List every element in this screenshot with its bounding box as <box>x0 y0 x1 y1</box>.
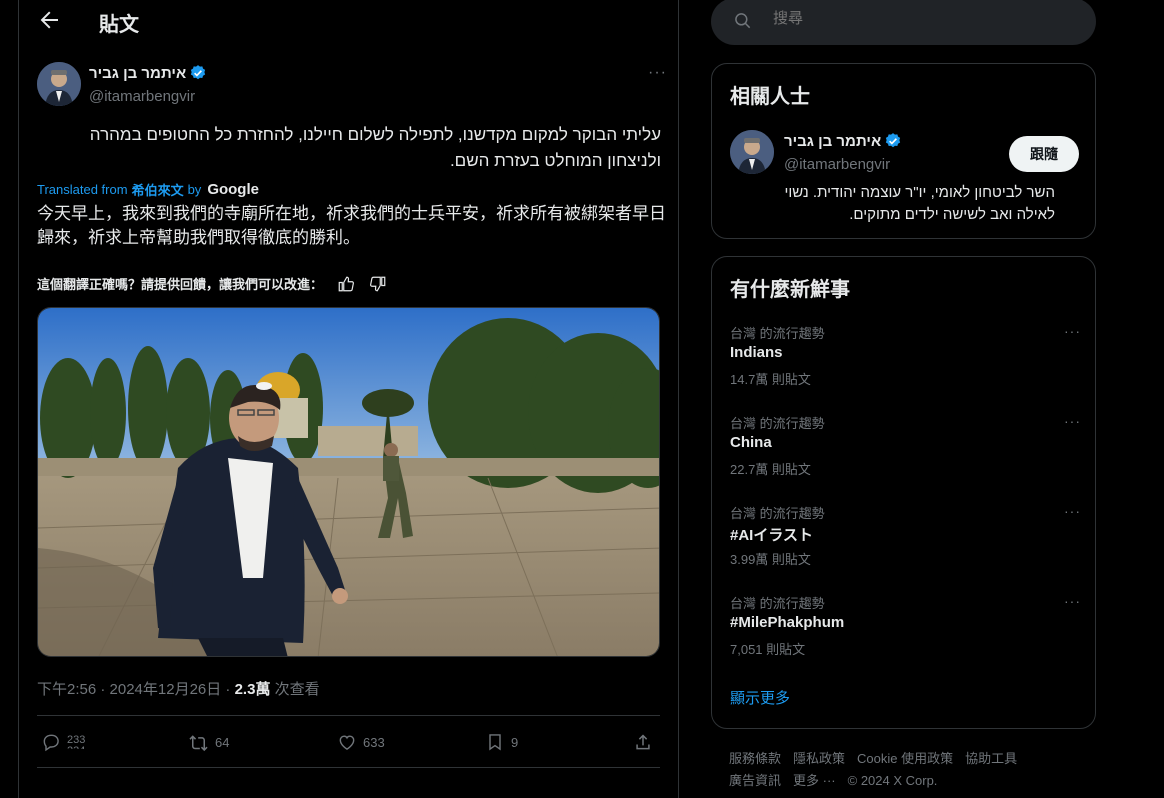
divider <box>37 767 660 768</box>
footer-link-more[interactable]: 更多 ··· <box>793 773 836 788</box>
retweet-count: 64 <box>215 734 230 750</box>
reply-count: 233 234 <box>67 735 86 749</box>
main-column: 貼文 איתמר בן גביר @itamarbengvir ··· עלית… <box>18 0 679 798</box>
trend-item[interactable]: 台灣 的流行趨勢 #AIイラスト 3.99萬 則貼文 ··· <box>730 503 1080 573</box>
footer-link-cookie[interactable]: Cookie 使用政策 <box>857 751 953 766</box>
google-logo: Google <box>207 181 259 198</box>
tweet-meta: 下午2:56 · 2024年12月26日 · 2.3萬 次查看 <box>37 678 320 699</box>
retweet-icon <box>189 735 208 752</box>
search-bar[interactable] <box>711 0 1096 45</box>
thumbs-down-icon[interactable] <box>369 275 387 293</box>
search-icon <box>735 13 751 29</box>
retweet-button[interactable]: 64 <box>189 732 229 752</box>
bookmark-count: 9 <box>511 734 519 750</box>
tweet-actions: 233 234 64 633 9 <box>37 726 660 760</box>
trend-name: #AIイラスト <box>730 527 814 544</box>
verified-badge-icon <box>191 65 206 80</box>
footer-link-ads[interactable]: 廣告資訊 <box>729 773 781 788</box>
bookmark-button[interactable]: 9 <box>485 732 518 752</box>
verified-badge-icon <box>886 133 901 148</box>
like-count: 633 <box>363 734 385 750</box>
reply-button[interactable]: 233 234 <box>41 732 85 752</box>
translated-prefix: Translated from <box>37 182 128 197</box>
follow-button[interactable]: 跟隨 <box>1009 136 1079 172</box>
trend-name: #MilePhakphum <box>730 614 845 631</box>
more-options-icon[interactable]: ··· <box>648 64 667 82</box>
trend-context: 台灣 的流行趨勢 <box>730 506 825 521</box>
footer-link-privacy[interactable]: 隱私政策 <box>793 751 845 766</box>
trend-item[interactable]: 台灣 的流行趨勢 Indians 14.7萬 則貼文 ··· <box>730 323 1080 393</box>
author-name-row: איתמר בן גביר <box>89 64 207 82</box>
like-button[interactable]: 633 <box>337 732 385 752</box>
footer-copyright: © 2024 X Corp. <box>847 773 938 788</box>
feedback-prompt: 這個翻譯正確嗎？請提供回饋，讓我們可以改進： <box>37 277 324 292</box>
trend-item[interactable]: 台灣 的流行趨勢 #MilePhakphum 7,051 則貼文 ··· <box>730 593 1080 663</box>
trend-item[interactable]: 台灣 的流行趨勢 China 22.7萬 則貼文 ··· <box>730 413 1080 483</box>
thumbs-up-icon[interactable] <box>337 275 355 293</box>
more-options-icon[interactable]: ··· <box>1064 413 1081 429</box>
heart-icon <box>339 735 355 750</box>
search-input[interactable] <box>773 10 1073 27</box>
avatar[interactable] <box>37 62 81 106</box>
more-options-icon[interactable]: ··· <box>1064 593 1081 609</box>
back-arrow-icon[interactable] <box>37 8 61 32</box>
tweet-text-original: עליתי הבוקר למקום מקדשנו, לתפילה לשלום ח… <box>89 125 661 170</box>
trend-count: 14.7萬 則貼文 <box>730 372 811 387</box>
trend-context: 台灣 的流行趨勢 <box>730 416 825 431</box>
related-title: 相關人士 <box>730 86 810 108</box>
views-label: 次查看 <box>270 681 320 698</box>
share-button[interactable] <box>633 732 653 752</box>
trends-card: 有什麼新鮮事 台灣 的流行趨勢 Indians 14.7萬 則貼文 ··· 台灣… <box>711 256 1096 729</box>
trend-context: 台灣 的流行趨勢 <box>730 326 825 341</box>
trend-context: 台灣 的流行趨勢 <box>730 596 825 611</box>
more-options-icon[interactable]: ··· <box>1064 323 1081 339</box>
page-title: 貼文 <box>99 14 139 36</box>
author-handle[interactable]: @itamarbengvir <box>89 88 195 105</box>
translation-feedback: 這個翻譯正確嗎？請提供回饋，讓我們可以改進： <box>37 274 387 293</box>
author-name[interactable]: איתמר בן גביר <box>89 65 186 82</box>
person-name-row: איתמר בן גביר <box>784 132 902 150</box>
translated-by: by <box>187 182 202 197</box>
divider <box>37 715 660 716</box>
tweet-timestamp[interactable]: 下午2:56 · 2024年12月26日 · <box>37 681 235 698</box>
translation-attribution: Translated from 希伯來文 by Google <box>37 180 259 199</box>
trends-title: 有什麼新鮮事 <box>730 279 850 301</box>
footer-links: 服務條款 隱私政策 Cookie 使用政策 協助工具 廣告資訊 更多 ··· © 2024… <box>729 748 1089 792</box>
bookmark-icon <box>489 734 501 751</box>
trend-name: China <box>730 434 772 451</box>
reply-icon <box>43 734 59 752</box>
person-handle[interactable]: @itamarbengvir <box>784 156 890 173</box>
tweet-photo[interactable] <box>37 307 660 657</box>
top-bar: 貼文 <box>19 0 678 44</box>
trend-name: Indians <box>730 344 783 361</box>
show-more-link[interactable]: 顯示更多 <box>730 687 790 708</box>
footer-link-accessibility[interactable]: 協助工具 <box>965 751 1017 766</box>
trend-count: 22.7萬 則貼文 <box>730 462 811 477</box>
related-people-card: 相關人士 איתמר בן גביר @itamarbengvir 跟隨 השר… <box>711 63 1096 239</box>
person-name[interactable]: איתמר בן גביר <box>784 133 881 150</box>
share-icon <box>636 734 650 750</box>
translated-language: 希伯來文 <box>131 183 184 198</box>
trend-count: 7,051 則貼文 <box>730 642 806 657</box>
tweet-author: איתמר בן גביר @itamarbengvir ··· <box>37 60 677 110</box>
more-options-icon[interactable]: ··· <box>1064 503 1081 519</box>
trend-count: 3.99萬 則貼文 <box>730 552 811 567</box>
footer-link-terms[interactable]: 服務條款 <box>729 751 781 766</box>
avatar[interactable] <box>730 130 774 174</box>
person-bio: השר לביטחון לאומי, יו"ר עוצמה יהודית. נש… <box>784 184 1055 223</box>
view-count: 2.3萬 <box>234 681 271 698</box>
tweet-text-translated: 今天早上，我來到我們的寺廟所在地，祈求我們的士兵平安，祈求所有被綁架者早日歸來，… <box>37 204 666 247</box>
